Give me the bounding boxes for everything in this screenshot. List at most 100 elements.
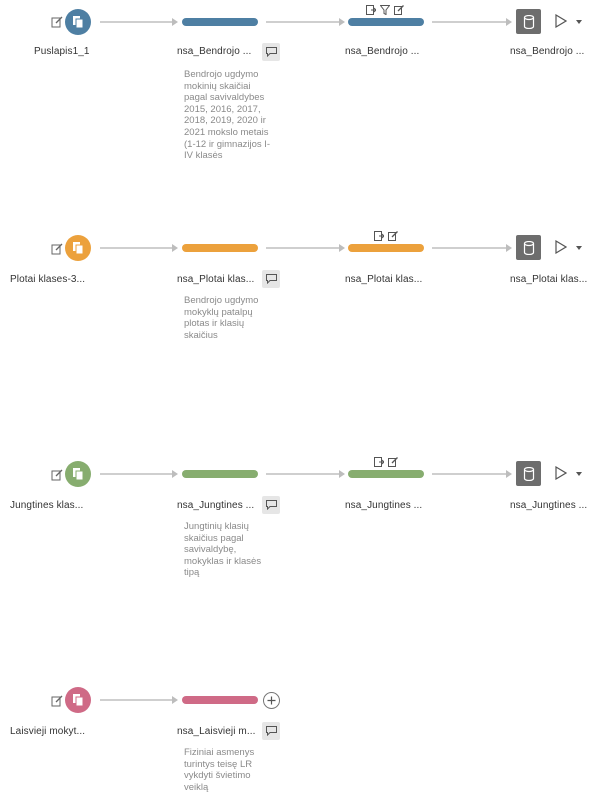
description-line: Jungtinių klasių	[184, 521, 249, 532]
note-button[interactable]	[262, 43, 280, 61]
input-node[interactable]	[65, 235, 91, 261]
note-button[interactable]	[262, 270, 280, 288]
edit-input-icon[interactable]	[51, 468, 63, 481]
output-label: nsa_Bendrojo ...	[510, 46, 585, 57]
clean-step-bar[interactable]	[182, 470, 258, 478]
description-line: mokyklų patalpų	[184, 306, 253, 318]
files-icon	[73, 694, 84, 707]
pencil-icon[interactable]	[388, 457, 398, 467]
description-line: Bendrojo ugdymo	[184, 295, 259, 306]
description-line: Fiziniai asmenys	[184, 747, 255, 758]
output-node[interactable]	[516, 9, 541, 34]
description-line: 2018, 2019, 2020 ir	[184, 115, 266, 127]
output-node[interactable]	[516, 461, 541, 486]
comment-icon	[265, 274, 277, 284]
connector	[266, 247, 339, 249]
description-line: (1-12 ir gimnazijos I-	[184, 138, 271, 150]
connector	[266, 21, 339, 23]
description-line: mokyklas ir klasės	[184, 555, 262, 567]
description-line: IV klasės	[184, 150, 223, 162]
connector-arrow	[172, 470, 178, 478]
plus-icon	[267, 696, 276, 705]
step-description: Bendrojo ugdymo mokyklų patalpų plotas i…	[184, 295, 288, 341]
step-tools	[374, 457, 398, 467]
table-icon[interactable]	[366, 5, 376, 15]
description-line: skaičius	[184, 329, 218, 341]
connector-arrow	[172, 244, 178, 252]
run-dropdown-icon[interactable]	[576, 472, 582, 476]
input-node[interactable]	[65, 9, 91, 35]
description-line: turintys teisę LR	[184, 758, 253, 770]
database-icon	[523, 14, 534, 29]
table-icon[interactable]	[374, 231, 384, 241]
filter-icon[interactable]	[380, 5, 390, 15]
step-description: Fiziniai asmenys turintys teisę LR vykdy…	[184, 747, 288, 793]
step-bar[interactable]	[348, 470, 424, 478]
run-flow-icon[interactable]	[554, 14, 568, 28]
table-icon[interactable]	[374, 457, 384, 467]
description-line: tipą	[184, 567, 200, 579]
pencil-icon[interactable]	[394, 5, 404, 15]
database-icon	[523, 240, 534, 255]
clean-step-bar[interactable]	[182, 18, 258, 26]
description-line: 2021 mokslo metais	[184, 126, 269, 138]
description-line: pagal savivaldybes	[184, 92, 265, 104]
step-label: nsa_Bendrojo ...	[345, 46, 420, 57]
connector	[100, 473, 172, 475]
connector	[432, 473, 506, 475]
description-line: veiklą	[184, 781, 209, 793]
run-dropdown-icon[interactable]	[576, 20, 582, 24]
note-button[interactable]	[262, 496, 280, 514]
run-flow-icon[interactable]	[554, 240, 568, 254]
input-label: Plotai klases-3...	[10, 274, 86, 285]
description-line: mokinių skaičiai	[184, 80, 251, 92]
step-description: Bendrojo ugdymo mokinių skaičiai pagal s…	[184, 69, 288, 162]
description-line: Bendrojo ugdymo	[184, 69, 259, 80]
input-label: Puslapis1_1	[34, 46, 90, 57]
output-label: nsa_Jungtines ...	[510, 500, 588, 511]
clean-step-label: nsa_Plotai klas...	[177, 274, 255, 285]
connector-arrow	[339, 244, 345, 252]
files-icon	[73, 468, 84, 481]
comment-icon	[265, 47, 277, 57]
comment-icon	[265, 726, 277, 736]
edit-input-icon[interactable]	[51, 694, 63, 707]
clean-step-bar[interactable]	[182, 696, 258, 704]
step-tools	[366, 5, 404, 15]
description-line: skaičius pagal	[184, 532, 244, 544]
description-line: 2015, 2016, 2017,	[184, 103, 261, 115]
flow-row: Plotai klases-3... nsa_Plotai klas... ns…	[0, 231, 590, 434]
flow-row: Jungtines klas... nsa_Jungtines ... nsa_…	[0, 457, 590, 660]
input-node[interactable]	[65, 461, 91, 487]
input-node[interactable]	[65, 687, 91, 713]
note-button[interactable]	[262, 722, 280, 740]
step-bar[interactable]	[348, 18, 424, 26]
connector-arrow	[172, 696, 178, 704]
output-node[interactable]	[516, 235, 541, 260]
edit-input-icon[interactable]	[51, 15, 63, 28]
connector	[266, 473, 339, 475]
run-flow-icon[interactable]	[554, 466, 568, 480]
pencil-icon[interactable]	[388, 231, 398, 241]
connector	[100, 247, 172, 249]
connector-arrow	[339, 470, 345, 478]
add-step-button[interactable]	[263, 692, 280, 709]
connector-arrow	[506, 18, 512, 26]
clean-step-label: nsa_Jungtines ...	[177, 500, 255, 511]
connector-arrow	[339, 18, 345, 26]
clean-step-bar[interactable]	[182, 244, 258, 252]
connector	[432, 247, 506, 249]
clean-step-label: nsa_Bendrojo ...	[177, 46, 252, 57]
step-bar[interactable]	[348, 244, 424, 252]
database-icon	[523, 466, 534, 481]
files-icon	[73, 242, 84, 255]
input-label: Jungtines klas...	[10, 500, 84, 511]
edit-input-icon[interactable]	[51, 242, 63, 255]
description-line: savivaldybę,	[184, 544, 237, 556]
run-dropdown-icon[interactable]	[576, 246, 582, 250]
connector-arrow	[172, 18, 178, 26]
output-label: nsa_Plotai klas...	[510, 274, 588, 285]
step-label: nsa_Plotai klas...	[345, 274, 423, 285]
clean-step-label: nsa_Laisvieji m...	[177, 726, 256, 737]
connector-arrow	[506, 470, 512, 478]
